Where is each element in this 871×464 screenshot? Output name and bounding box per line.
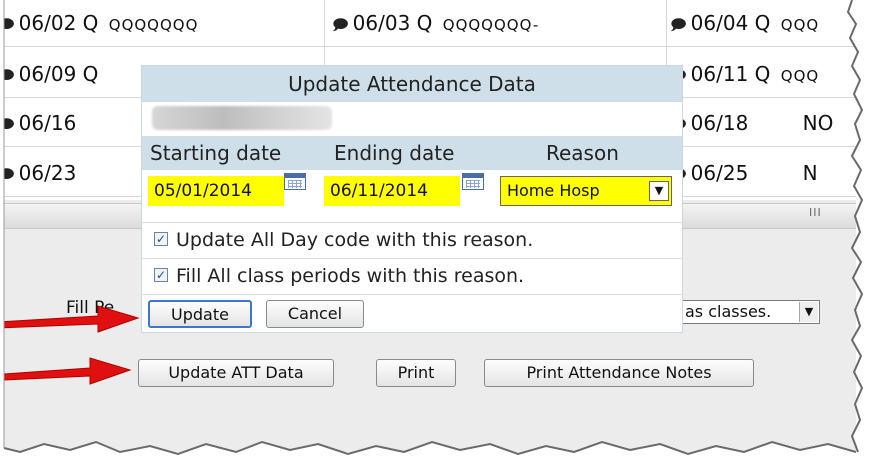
- torn-edge-frame: [0, 0, 871, 464]
